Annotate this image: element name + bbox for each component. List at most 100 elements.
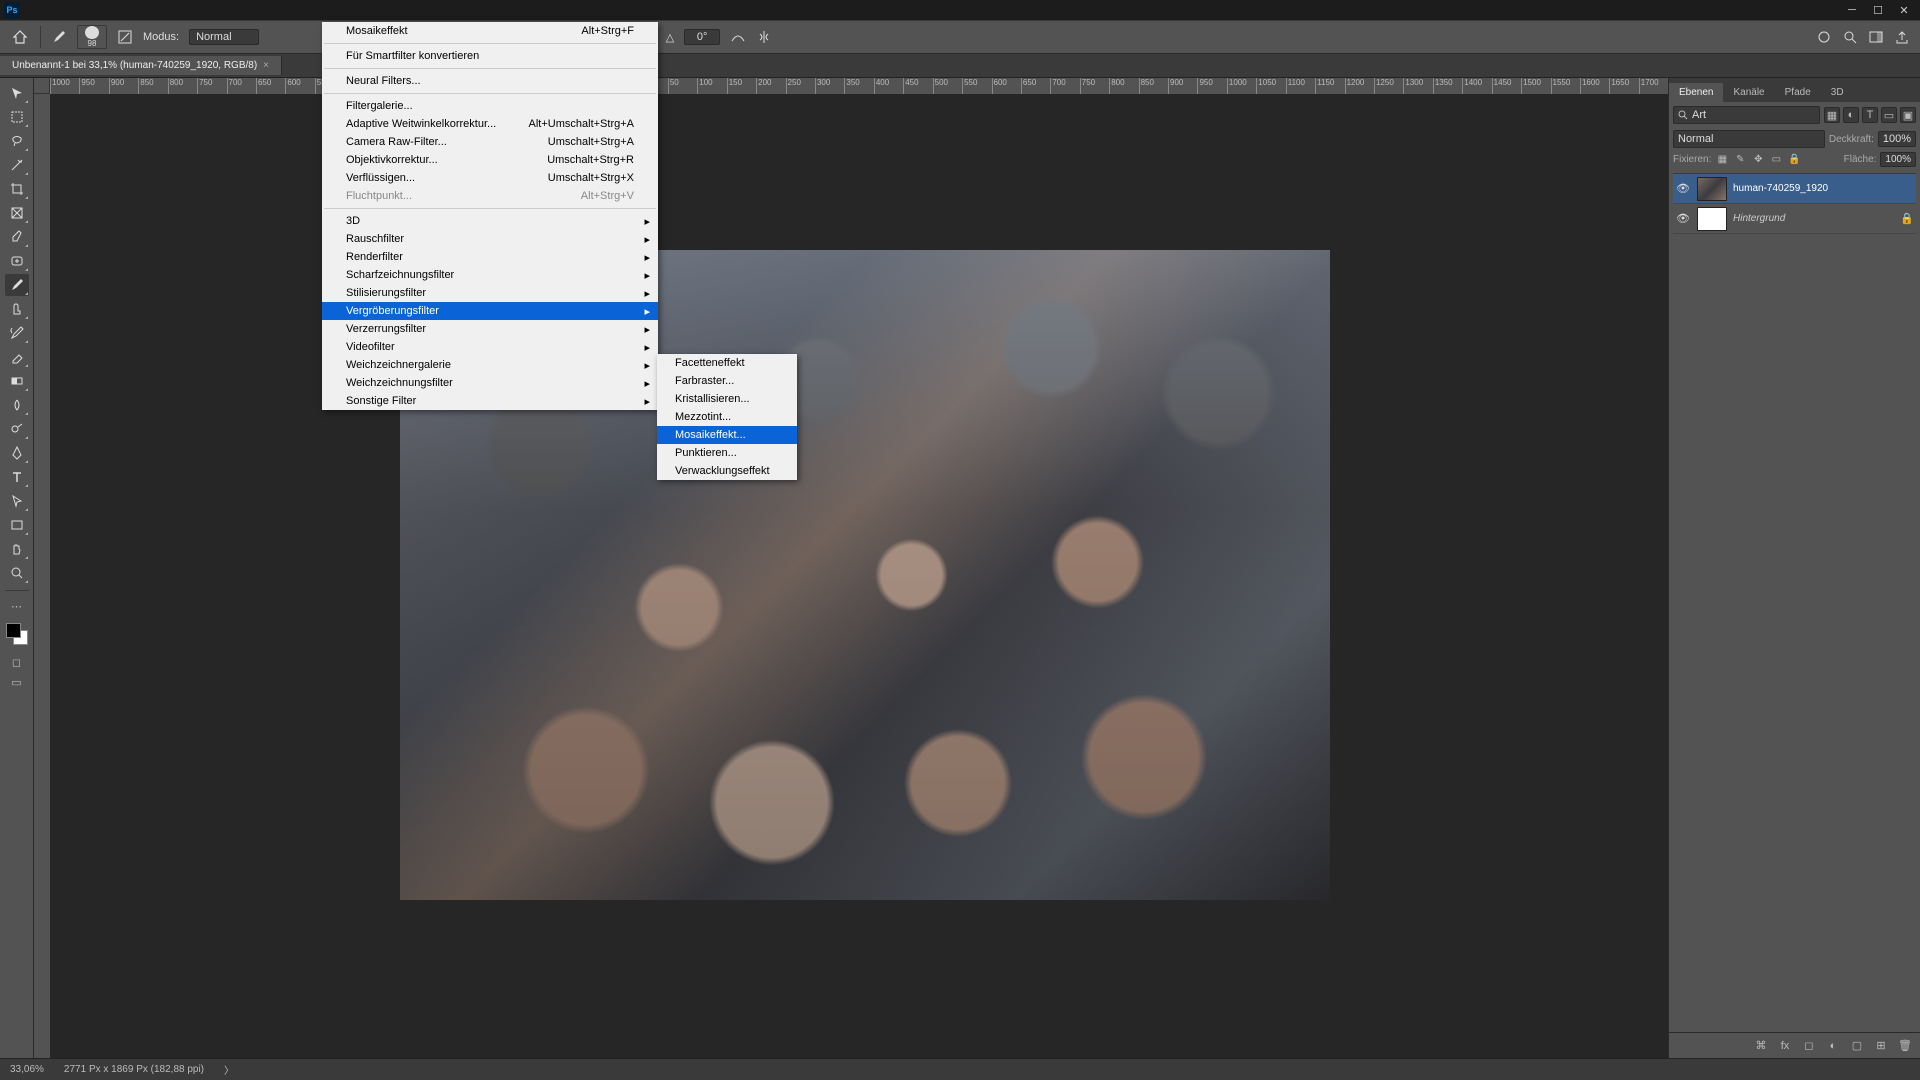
menu-item-vergr-berungsfilter[interactable]: Vergröberungsfilter▸ [322,302,658,320]
brush-tool-icon[interactable] [51,29,67,45]
menu-item-rauschfilter[interactable]: Rauschfilter▸ [322,230,658,248]
opacity-value[interactable]: 100% [1878,131,1916,147]
layer-row[interactable]: 👁 human-740259_1920 [1673,174,1916,204]
search-icon[interactable] [1842,29,1858,45]
close-tab-icon[interactable]: × [263,60,269,71]
filter-adjust-icon[interactable]: ◐ [1843,107,1859,123]
menu-item-camera-raw-filter-[interactable]: Camera Raw-Filter...Umschalt+Strg+A [322,133,658,151]
menu-item-filtergalerie-[interactable]: Filtergalerie... [322,97,658,115]
layer-style-icon[interactable]: fx [1778,1039,1792,1053]
eraser-tool[interactable] [5,346,29,368]
brush-settings-icon[interactable] [117,29,133,45]
blend-mode-select[interactable]: Normal [189,29,259,45]
doc-info[interactable]: 2771 Px x 1869 Px (182,88 ppi) [64,1064,204,1075]
rectangle-tool[interactable] [5,514,29,536]
layer-mask-icon[interactable]: ◻ [1802,1039,1816,1053]
gradient-tool[interactable] [5,370,29,392]
hand-tool[interactable] [5,538,29,560]
layer-thumbnail[interactable] [1697,207,1727,231]
panel-tab-pfade[interactable]: Pfade [1775,83,1821,102]
lock-all-icon[interactable]: 🔒 [1787,153,1801,167]
zoom-level[interactable]: 33,06% [10,1064,44,1075]
menu-item-sonstige-filter[interactable]: Sonstige Filter▸ [322,392,658,410]
brush-tool[interactable] [5,274,29,296]
pen-tool[interactable] [5,442,29,464]
workspace-icon[interactable] [1868,29,1884,45]
submenu-item-mezzotint-[interactable]: Mezzotint... [657,408,797,426]
brush-preset-picker[interactable]: 98 [77,25,107,49]
menu-item-f-r-smartfilter-konvertieren[interactable]: Für Smartfilter konvertieren [322,47,658,65]
lock-pixels-icon[interactable]: ✎ [1733,153,1747,167]
group-icon[interactable]: ▢ [1850,1039,1864,1053]
menu-item-weichzeichnergalerie[interactable]: Weichzeichnergalerie▸ [322,356,658,374]
history-brush-tool[interactable] [5,322,29,344]
menu-item-stilisierungsfilter[interactable]: Stilisierungsfilter▸ [322,284,658,302]
link-layers-icon[interactable]: ⌘ [1754,1039,1768,1053]
ruler-origin[interactable] [34,78,50,94]
zoom-tool[interactable] [5,562,29,584]
submenu-item-mosaikeffekt-[interactable]: Mosaikeffekt... [657,426,797,444]
wand-tool[interactable] [5,154,29,176]
lasso-tool[interactable] [5,130,29,152]
menu-item-renderfilter[interactable]: Renderfilter▸ [322,248,658,266]
menu-item-objektivkorrektur-[interactable]: Objektivkorrektur...Umschalt+Strg+R [322,151,658,169]
frame-tool[interactable] [5,202,29,224]
panel-tab-3d[interactable]: 3D [1821,83,1854,102]
quick-mask-icon[interactable]: ◻ [7,653,27,671]
cloud-docs-icon[interactable] [1816,29,1832,45]
path-select-tool[interactable] [5,490,29,512]
ruler-vertical[interactable] [34,94,50,1058]
share-icon[interactable] [1894,29,1910,45]
adjustment-layer-icon[interactable]: ◐ [1826,1039,1840,1053]
home-icon[interactable] [10,27,30,47]
fill-value[interactable]: 100% [1880,152,1916,167]
menu-item-weichzeichnungsfilter[interactable]: Weichzeichnungsfilter▸ [322,374,658,392]
symmetry-icon[interactable] [756,29,772,45]
healing-tool[interactable] [5,250,29,272]
menu-item-mosaikeffekt[interactable]: MosaikeffektAlt+Strg+F [322,22,658,40]
pressure-opacity-icon[interactable] [730,29,746,45]
more-tools-icon[interactable]: ⋯ [7,597,27,615]
crop-tool[interactable] [5,178,29,200]
close-button[interactable]: ✕ [1898,4,1910,16]
submenu-item-farbraster-[interactable]: Farbraster... [657,372,797,390]
menu-item-verfl-ssigen-[interactable]: Verflüssigen...Umschalt+Strg+X [322,169,658,187]
filter-type-icon[interactable]: T [1862,107,1878,123]
menu-item-adaptive-weitwinkelkorrektur-[interactable]: Adaptive Weitwinkelkorrektur...Alt+Umsch… [322,115,658,133]
marquee-tool[interactable] [5,106,29,128]
doc-info-chevron[interactable]: 〉 [224,1062,234,1077]
lock-artboard-icon[interactable]: ▭ [1769,153,1783,167]
filter-shape-icon[interactable]: ▭ [1881,107,1897,123]
screen-mode-icon[interactable]: ▭ [7,673,27,691]
layer-thumbnail[interactable] [1697,177,1727,201]
menu-item-videofilter[interactable]: Videofilter▸ [322,338,658,356]
document-tab[interactable]: Unbenannt-1 bei 33,1% (human-740259_1920… [0,56,282,75]
menu-item-3d[interactable]: 3D▸ [322,212,658,230]
visibility-icon[interactable]: 👁 [1675,182,1691,195]
move-tool[interactable] [5,82,29,104]
menu-item-neural-filters-[interactable]: Neural Filters... [322,72,658,90]
layer-name[interactable]: Hintergrund [1733,213,1894,224]
menu-item-fluchtpunkt-[interactable]: Fluchtpunkt...Alt+Strg+V [322,187,658,205]
layer-name[interactable]: human-740259_1920 [1733,183,1914,194]
panel-tab-kanäle[interactable]: Kanäle [1723,83,1774,102]
submenu-item-kristallisieren-[interactable]: Kristallisieren... [657,390,797,408]
menu-item-scharfzeichnungsfilter[interactable]: Scharfzeichnungsfilter▸ [322,266,658,284]
submenu-item-verwacklungseffekt[interactable]: Verwacklungseffekt [657,462,797,480]
minimize-button[interactable]: ─ [1846,4,1858,16]
visibility-icon[interactable]: 👁 [1675,212,1691,225]
panel-tab-ebenen[interactable]: Ebenen [1669,83,1723,102]
lock-position-icon[interactable]: ✥ [1751,153,1765,167]
lock-transparent-icon[interactable]: ▦ [1715,153,1729,167]
layer-filter-type[interactable]: Art [1673,106,1820,124]
menu-item-verzerrungsfilter[interactable]: Verzerrungsfilter▸ [322,320,658,338]
ruler-horizontal[interactable]: 1000950900850800750700650600550500450400… [50,78,1668,94]
layer-row[interactable]: 👁Hintergrund🔒 [1673,204,1916,234]
filter-pixel-icon[interactable]: ▦ [1824,107,1840,123]
delete-layer-icon[interactable]: 🗑 [1898,1039,1912,1053]
layer-blend-mode[interactable]: Normal [1673,130,1825,148]
submenu-item-punktieren-[interactable]: Punktieren... [657,444,797,462]
type-tool[interactable] [5,466,29,488]
filter-smart-icon[interactable]: ▣ [1900,107,1916,123]
maximize-button[interactable]: ☐ [1872,4,1884,16]
